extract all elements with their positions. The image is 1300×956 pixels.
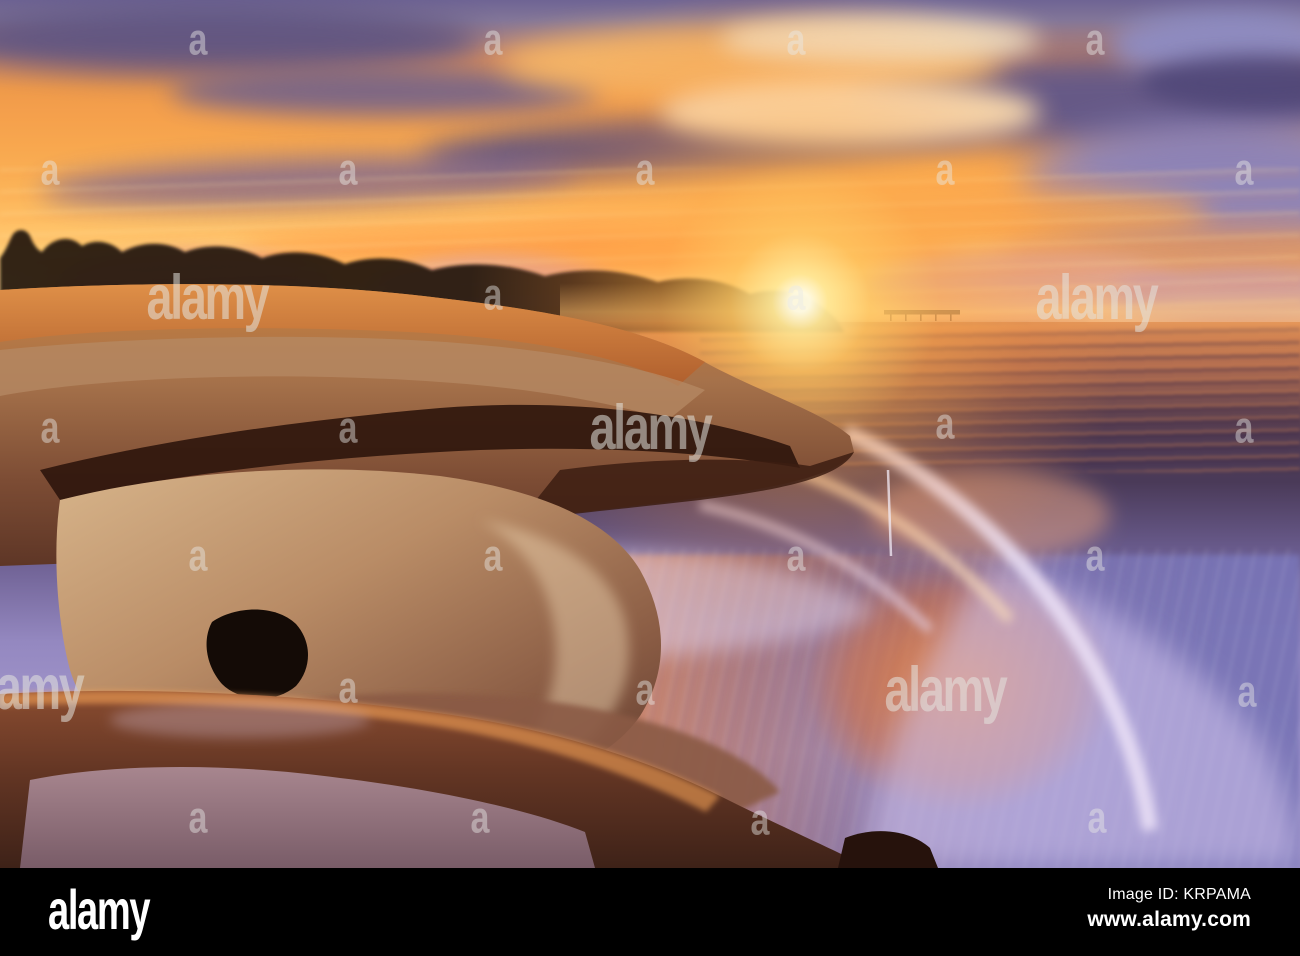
alamy-logo: alamy [48,878,151,941]
image-id-text: Image ID: KRPAMA [1107,886,1251,903]
water-drip [886,469,893,557]
rock-formation [0,284,938,868]
website-text: www.alamy.com [1087,908,1251,931]
stock-photo-sunset-seascape: alamyalamyalamyalamyalamyaaaaaaaaaaaaaaa… [0,0,1300,868]
alamy-footer: alamy Image ID: KRPAMA www.alamy.com [0,868,1300,956]
wet-sand-shine [110,702,370,738]
alamy-stock-image-page: alamyalamyalamyalamyalamyaaaaaaaaaaaaaaa… [0,0,1300,956]
corner-rock [838,831,938,868]
footer-info: Image ID: KRPAMA www.alamy.com [1087,886,1251,932]
